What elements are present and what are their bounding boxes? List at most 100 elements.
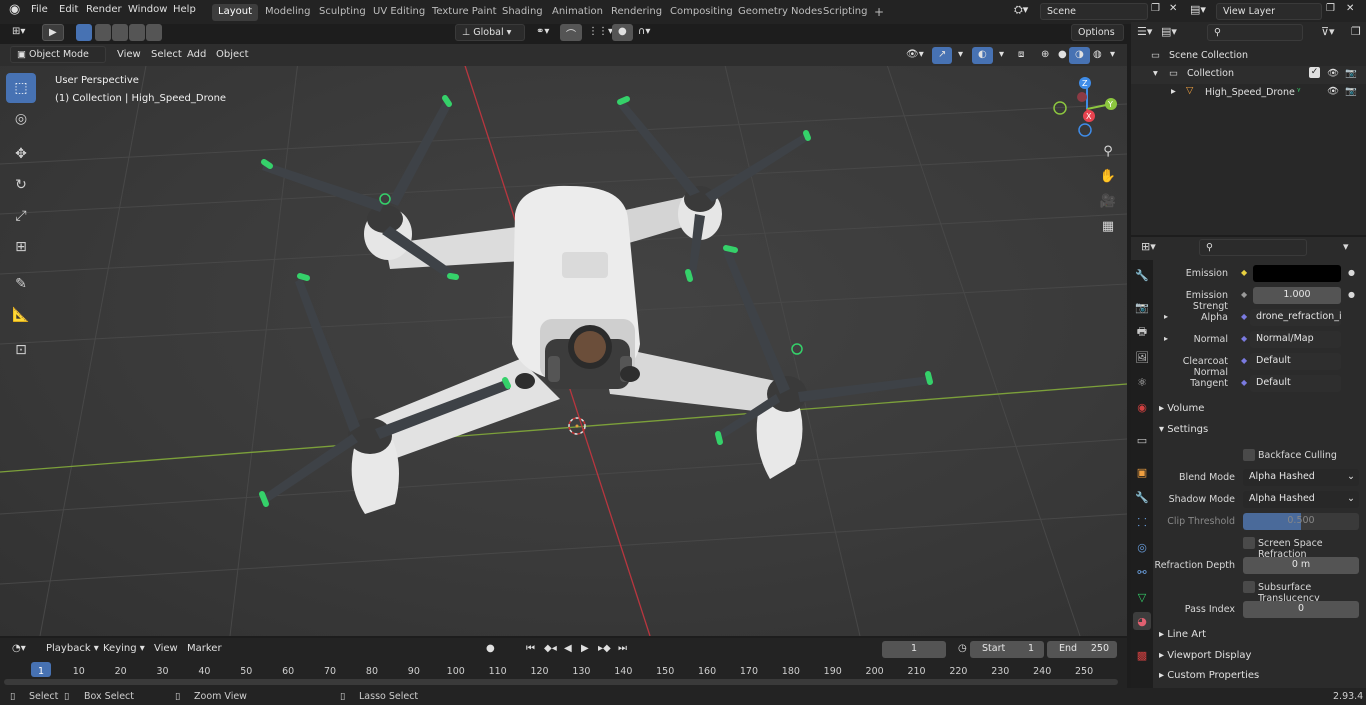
- view-layer-close-icon[interactable]: ✕: [1346, 3, 1354, 14]
- 3d-viewport[interactable]: User Perspective (1) Collection | High_S…: [0, 44, 1127, 636]
- proportional-edit-icon[interactable]: ●: [612, 24, 633, 41]
- timeline-scrollbar[interactable]: [4, 679, 1118, 685]
- camera-render-icon[interactable]: 📷: [1345, 86, 1357, 97]
- scene-browse-icon[interactable]: ⛭▾: [1014, 3, 1028, 17]
- menu-add[interactable]: Add: [181, 47, 212, 64]
- ortho-grid-icon[interactable]: ▦: [1096, 215, 1120, 237]
- camera-render-icon[interactable]: 📷: [1345, 68, 1357, 79]
- navigation-gizmo[interactable]: Z Y X: [1052, 74, 1122, 144]
- end-frame-field[interactable]: End 250: [1047, 641, 1117, 658]
- transform-tool-icon[interactable]: ⊞: [6, 232, 36, 262]
- select-tool-icon[interactable]: ▶: [42, 24, 64, 41]
- current-frame-field[interactable]: 1: [882, 641, 946, 658]
- add-cube-tool-icon[interactable]: ⊡: [6, 335, 36, 365]
- outliner-row-scene-collection[interactable]: ▭ Scene Collection: [1131, 48, 1366, 66]
- properties-editor-icon[interactable]: ⊞▾: [1141, 240, 1156, 253]
- socket-link-icon[interactable]: ◆: [1241, 312, 1247, 321]
- gizmo-toggle-icon[interactable]: ↗: [932, 47, 953, 64]
- gizmo-dropdown-icon[interactable]: ▾: [952, 47, 969, 64]
- keyframe-dot-icon[interactable]: ●: [1348, 268, 1355, 277]
- keyframe-dot-icon[interactable]: ●: [1348, 290, 1355, 299]
- filter-icon[interactable]: ⊽▾: [1321, 25, 1335, 38]
- visibility-icon[interactable]: 👁▾: [900, 47, 930, 64]
- measure-tool-icon[interactable]: 📐: [6, 300, 36, 330]
- editor-type-icon[interactable]: ⊞▾: [6, 24, 31, 41]
- line-art-panel-header[interactable]: ▸ Line Art: [1155, 626, 1364, 646]
- tangent-field[interactable]: Default: [1250, 375, 1341, 392]
- properties-options-icon[interactable]: ▾: [1343, 240, 1349, 253]
- add-workspace-icon[interactable]: +: [868, 3, 890, 20]
- ssr-checkbox[interactable]: [1243, 537, 1255, 549]
- outliner-search-input[interactable]: ⚲: [1207, 24, 1303, 41]
- overlay-dropdown-icon[interactable]: ▾: [993, 47, 1010, 64]
- snap-icon[interactable]: ⌒: [560, 24, 582, 41]
- pan-hand-icon[interactable]: ✋: [1096, 165, 1120, 187]
- viewport-display-panel-header[interactable]: ▸ Viewport Display: [1155, 647, 1364, 667]
- select-intersect-icon[interactable]: [146, 24, 162, 41]
- eye-icon[interactable]: 👁: [1327, 68, 1339, 79]
- emission-color-swatch[interactable]: [1253, 265, 1341, 282]
- outliner-editor-icon[interactable]: ☰▾: [1137, 25, 1152, 38]
- subsurface-checkbox[interactable]: [1243, 581, 1255, 593]
- clearcoat-normal-field[interactable]: Default: [1250, 353, 1341, 370]
- socket-link-icon[interactable]: ◆: [1241, 356, 1247, 365]
- select-subtract-icon[interactable]: [112, 24, 128, 41]
- constraints-tab-icon[interactable]: ⚯: [1133, 563, 1151, 581]
- camera-view-icon[interactable]: 🎥: [1096, 190, 1120, 212]
- settings-panel-header[interactable]: ▾ Settings: [1155, 421, 1364, 441]
- outliner-row-collection[interactable]: ▾ ▭ Collection ✓ 👁 📷: [1131, 66, 1366, 84]
- menu-timeline-view[interactable]: View: [148, 641, 184, 658]
- expand-arrow-icon[interactable]: ▾: [1153, 68, 1158, 79]
- backface-culling-checkbox[interactable]: [1243, 449, 1255, 461]
- socket-color-icon[interactable]: ◆: [1241, 268, 1247, 277]
- select-new-icon[interactable]: [76, 24, 92, 41]
- alpha-field[interactable]: drone_refraction_inv...: [1250, 309, 1341, 326]
- timeline-editor-icon[interactable]: ◔▾: [6, 641, 32, 658]
- world-tab-icon[interactable]: ◉: [1133, 398, 1151, 416]
- blend-mode-dropdown[interactable]: Alpha Hashed ⌄: [1243, 469, 1359, 486]
- overlay-toggle-icon[interactable]: ◐: [972, 47, 993, 64]
- tab-shading[interactable]: Shading: [496, 4, 549, 21]
- view-layer-copy-icon[interactable]: ❐: [1326, 3, 1335, 14]
- collection-tab-icon[interactable]: ▭: [1133, 431, 1151, 449]
- collection-checkbox[interactable]: ✓: [1309, 67, 1320, 78]
- custom-properties-panel-header[interactable]: ▸ Custom Properties: [1155, 667, 1364, 687]
- view-layer-field[interactable]: View Layer: [1216, 3, 1322, 20]
- select-extend-icon[interactable]: [95, 24, 111, 41]
- clip-threshold-slider[interactable]: 0.500: [1243, 513, 1359, 530]
- normal-field[interactable]: Normal/Map: [1250, 331, 1341, 348]
- menu-help[interactable]: Help: [173, 4, 196, 15]
- move-tool-icon[interactable]: ✥: [6, 139, 36, 169]
- select-invert-icon[interactable]: [129, 24, 145, 41]
- texture-tab-icon[interactable]: ▩: [1133, 646, 1151, 664]
- tab-sculpting[interactable]: Sculpting: [313, 4, 372, 21]
- socket-link-icon[interactable]: ◆: [1241, 378, 1247, 387]
- refraction-depth-field[interactable]: 0 m: [1243, 557, 1359, 574]
- scene-close-icon[interactable]: ✕: [1169, 3, 1177, 14]
- new-collection-icon[interactable]: ❐: [1351, 25, 1361, 38]
- emission-strength-field[interactable]: 1.000: [1253, 287, 1341, 304]
- xray-icon[interactable]: ⧈: [1012, 47, 1030, 64]
- scene-copy-icon[interactable]: ❐: [1151, 3, 1160, 14]
- mode-dropdown[interactable]: ▣ Object Mode: [10, 46, 106, 63]
- jump-end-icon[interactable]: ⏭: [612, 641, 633, 658]
- view-layer-tab-icon[interactable]: 🖼: [1133, 348, 1151, 366]
- menu-window[interactable]: Window: [128, 4, 167, 15]
- material-tab-icon[interactable]: ◕: [1133, 612, 1151, 630]
- menu-view[interactable]: View: [111, 47, 147, 64]
- menu-file[interactable]: File: [31, 4, 48, 15]
- rotate-tool-icon[interactable]: ↻: [6, 170, 36, 200]
- tab-animation[interactable]: Animation: [546, 4, 609, 21]
- shading-dropdown-icon[interactable]: ▾: [1104, 47, 1121, 64]
- physics-tab-icon[interactable]: ◎: [1133, 538, 1151, 556]
- outliner-row-drone[interactable]: ▸ ▽ High_Speed_Drone ᵞ 👁 📷: [1131, 84, 1366, 102]
- tab-uv-editing[interactable]: UV Editing: [367, 4, 431, 21]
- start-frame-field[interactable]: Start 1: [970, 641, 1044, 658]
- tab-rendering[interactable]: Rendering: [605, 4, 668, 21]
- menu-render[interactable]: Render: [86, 4, 122, 15]
- tab-modeling[interactable]: Modeling: [259, 4, 317, 21]
- volume-panel-header[interactable]: ▸ Volume: [1155, 400, 1364, 420]
- zoom-icon[interactable]: ⚲: [1096, 140, 1120, 162]
- scene-field[interactable]: Scene: [1040, 3, 1148, 20]
- output-tab-icon[interactable]: 🖶: [1133, 323, 1151, 341]
